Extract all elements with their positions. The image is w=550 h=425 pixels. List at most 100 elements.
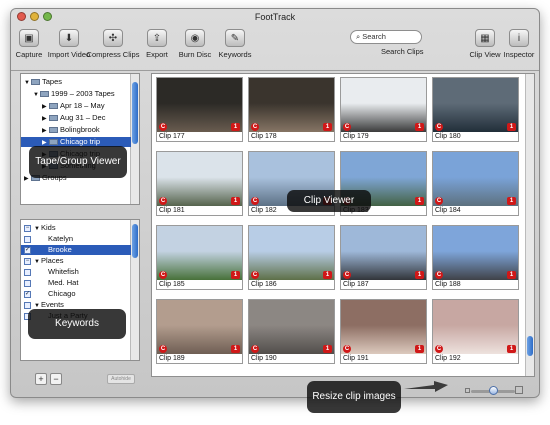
clip-thumbnail[interactable]: C 1 Clip 178 [248,77,335,142]
clip-thumbnail[interactable]: C 1 Clip 181 [156,151,243,216]
clips-scrollbar[interactable] [525,74,534,376]
keyword-label: Whitefish [48,267,79,276]
clip-label: Clip 192 [433,354,518,363]
keyword-checkbox[interactable] [24,279,31,287]
tape-tree-item[interactable]: ▼ Tapes [21,77,131,87]
slider-knob[interactable] [489,386,498,395]
compress-icon: ✣ [103,29,123,47]
clip-label: Clip 179 [341,132,426,141]
keyword-checkbox[interactable] [24,268,31,276]
keyword-group[interactable]: − ▼Kids [21,223,131,233]
clip-label: Clip 189 [157,354,242,363]
inspector-button[interactable]: i Inspector [491,29,539,59]
tapes-scroll-thumb[interactable] [132,82,138,144]
clip-thumbnail[interactable]: C 1 Clip 188 [432,225,519,290]
clip-count-badge: 1 [415,271,424,279]
keywords-scroll-thumb[interactable] [132,224,138,258]
clip-marker-icon: C [159,271,167,279]
disclosure-open-icon[interactable]: ▼ [24,78,31,88]
clip-count-badge: 1 [231,123,240,131]
keyword-item[interactable]: Whitefish [21,267,131,277]
keywords-button[interactable]: ✎ Keywords [207,29,263,59]
clip-thumbnail[interactable]: C 1 Clip 185 [156,225,243,290]
tape-tree-item[interactable]: ▶ Aug 31 – Dec [21,113,131,123]
clip-label: Clip 186 [249,280,334,289]
clip-thumbnail[interactable]: C 1 Clip 187 [340,225,427,290]
keyword-item[interactable]: Katelyn [21,234,131,244]
remove-keyword-button[interactable]: − [50,373,62,385]
tape-tree-item[interactable]: ▶ Apr 18 – May [21,101,131,111]
clip-marker-icon: C [343,271,351,279]
clip-marker-icon: C [251,345,259,353]
toolbar-label: Export [146,50,168,59]
clip-image [249,78,334,134]
minimize-window-button[interactable] [30,12,39,21]
disclosure-open-icon[interactable]: ▼ [33,90,40,100]
keywords-panel[interactable]: − ▼Kids Katelyn ✓ Brooke − ▼Places Whitefish Med… [20,219,140,361]
clip-marker-icon: C [435,271,443,279]
clip-viewer: C 1 Clip 177 C 1 Clip 178 C 1 Clip 179 C 1 Clip 180… [151,73,535,377]
callout-clip-viewer: Clip Viewer [287,190,371,212]
search-field[interactable]: ⌕ Search [350,30,422,44]
folder-icon [49,127,58,134]
clip-thumbnail[interactable]: C 1 Clip 179 [340,77,427,142]
clip-size-slider[interactable] [465,386,523,396]
disclosure-open-icon[interactable]: ▼ [34,257,41,267]
info-icon: i [509,29,529,47]
clip-thumbnail[interactable]: C 1 Clip 180 [432,77,519,142]
clip-thumbnail[interactable]: C 1 Clip 191 [340,299,427,364]
clip-label: Clip 178 [249,132,334,141]
clip-thumbnail[interactable]: C 1 Clip 184 [432,151,519,216]
clip-image [157,152,242,208]
clip-label: Clip 181 [157,206,242,215]
clip-marker-icon: C [343,345,351,353]
keyword-item[interactable]: Med. Hat [21,278,131,288]
tapes-scrollbar[interactable] [130,74,139,204]
clips-scroll-thumb[interactable] [527,336,533,356]
autohide-button[interactable]: Autohide [107,374,135,384]
clip-thumbnail[interactable]: C 1 Clip 186 [248,225,335,290]
keyword-item[interactable]: ✓ Chicago [21,289,131,299]
disclosure-closed-icon[interactable]: ▶ [42,126,49,136]
folder-icon [40,91,49,98]
clip-label: Clip 180 [433,132,518,141]
keyword-item[interactable]: ✓ Brooke [21,245,131,255]
clip-count-badge: 1 [507,123,516,131]
clip-label: Clip 187 [341,280,426,289]
clip-thumbnail[interactable]: C 1 Clip 192 [432,299,519,364]
large-thumbnail-icon [515,386,523,394]
disclosure-closed-icon[interactable]: ▶ [42,102,49,112]
disclosure-open-icon[interactable]: ▼ [34,224,41,234]
tape-tree-item[interactable]: ▶ Bolingbrook [21,125,131,135]
keyword-checkbox[interactable]: − [24,257,31,265]
clip-image [433,226,518,282]
add-keyword-button[interactable]: + [35,373,47,385]
close-window-button[interactable] [17,12,26,21]
clip-thumbnail[interactable]: C 1 Clip 177 [156,77,243,142]
zoom-window-button[interactable] [43,12,52,21]
tape-label: Tapes [42,77,63,86]
keywords-scrollbar[interactable] [130,220,139,360]
clip-count-badge: 1 [507,197,516,205]
clip-label: Clip 177 [157,132,242,141]
clip-thumbnail[interactable]: C 1 Clip 189 [156,299,243,364]
keyword-checkbox[interactable] [24,235,31,243]
keyword-group[interactable]: − ▼Places [21,256,131,266]
clip-marker-icon: C [251,271,259,279]
keyword-checkbox[interactable]: ✓ [24,290,31,298]
disclosure-closed-icon[interactable]: ▶ [42,114,49,124]
disc-icon: ◉ [185,29,205,47]
clip-count-badge: 1 [231,197,240,205]
keyword-checkbox[interactable] [24,301,31,309]
clip-image [249,226,334,282]
clip-marker-icon: C [159,197,167,205]
clip-count-badge: 1 [323,271,332,279]
clip-count-badge: 1 [415,345,424,353]
keyword-checkbox[interactable]: ✓ [24,246,31,254]
clip-count-badge: 1 [323,123,332,131]
tape-tree-item[interactable]: ▼ 1999 – 2003 Tapes [21,89,131,99]
toolbar-label: Capture [15,50,43,59]
tape-group-viewer[interactable]: ▼ Tapes ▼ 1999 – 2003 Tapes ▶ Apr 18 – May ▶ Au… [20,73,140,205]
clip-thumbnail[interactable]: C 1 Clip 190 [248,299,335,364]
keyword-checkbox[interactable]: − [24,224,31,232]
